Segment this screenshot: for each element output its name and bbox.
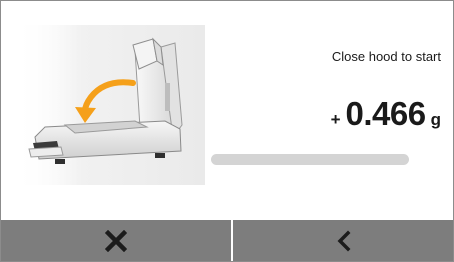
back-button[interactable] [233, 220, 453, 261]
weight-value: 0.466 [345, 95, 427, 132]
status-message: Close hood to start [331, 49, 441, 64]
progress-bar [211, 154, 409, 165]
weight-display: + 0.466 g [251, 95, 441, 133]
button-bar [1, 220, 453, 261]
chevron-left-icon [335, 230, 351, 252]
screen: Close hood to start + 0.466 g [0, 0, 454, 262]
balance-hood-close-icon [15, 25, 205, 185]
close-icon [105, 229, 127, 252]
weight-unit: g [430, 110, 441, 129]
weight-sign: + [330, 110, 341, 129]
cancel-button[interactable] [1, 220, 231, 261]
